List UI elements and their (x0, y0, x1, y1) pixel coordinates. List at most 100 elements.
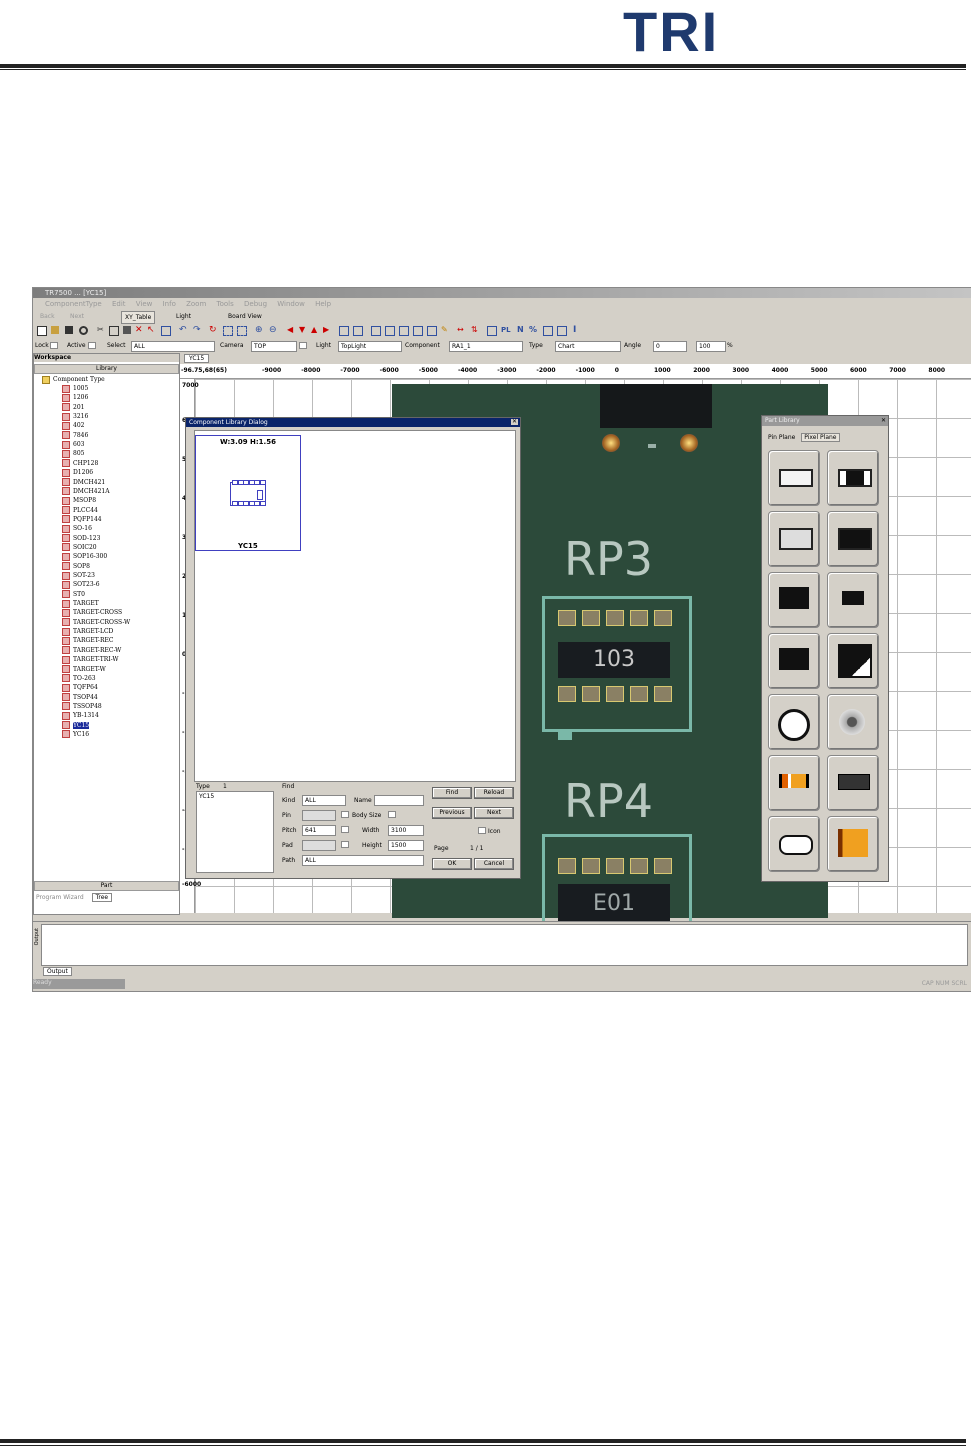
tree-item[interactable]: 1206 (62, 393, 88, 402)
palette-part-button[interactable] (768, 511, 820, 567)
palette-part-button[interactable] (768, 694, 820, 750)
tree-item[interactable]: 1005 (62, 384, 88, 393)
tree-item[interactable]: SOT-23 (62, 571, 95, 580)
component-preview[interactable]: W:3.09 H:1.56 YC15 (195, 435, 301, 551)
tree-item[interactable]: TARGET-W (62, 665, 106, 674)
open-folder-icon[interactable] (51, 326, 59, 334)
cancel-button[interactable]: Cancel (474, 858, 514, 870)
target-icon[interactable] (557, 326, 567, 336)
tree-item[interactable]: 7846 (62, 431, 88, 440)
tree-item[interactable]: PLCC44 (62, 506, 98, 515)
menu-info[interactable]: Info (163, 300, 176, 308)
body-size-checkbox[interactable] (341, 811, 349, 818)
tab-tree[interactable]: Tree (91, 893, 113, 902)
active-checkbox[interactable] (88, 342, 96, 349)
grid-icon[interactable] (223, 326, 233, 336)
height-checkbox[interactable] (341, 841, 349, 848)
cursor-icon[interactable]: I (573, 326, 581, 335)
sort-icon[interactable]: ⇅ (471, 326, 479, 334)
tree-item[interactable]: SOP16-300 (62, 552, 107, 561)
pencil-icon[interactable]: ✎ (441, 326, 449, 334)
palette-part-button[interactable] (827, 755, 879, 811)
palette-part-button[interactable] (768, 755, 820, 811)
next-button[interactable]: Next (67, 311, 87, 322)
tree-item[interactable]: TARGET-CROSS-W (62, 618, 130, 627)
tree-item[interactable]: D1206 (62, 468, 93, 477)
ok-button[interactable]: OK (432, 858, 472, 870)
pin-input[interactable] (302, 810, 336, 821)
palette-part-button[interactable] (768, 633, 820, 689)
type-list-item[interactable]: YC15 (199, 793, 214, 800)
angle-input[interactable]: 0 (653, 341, 687, 352)
box-d-icon[interactable] (413, 326, 423, 336)
undo-icon[interactable]: ↶ (179, 326, 187, 335)
palette-part-button[interactable] (768, 450, 820, 506)
box-e-icon[interactable] (427, 326, 437, 336)
pitch-input[interactable]: 641 (302, 825, 336, 836)
crosshair-icon[interactable] (543, 326, 553, 336)
tree-item[interactable]: CHP128 (62, 459, 98, 468)
palette-part-button[interactable] (827, 694, 879, 750)
percent-icon[interactable]: % (529, 326, 537, 334)
icon-checkbox[interactable] (478, 827, 486, 834)
paste-icon[interactable] (123, 326, 131, 334)
light-dropdown[interactable]: TopLight (338, 341, 402, 352)
redo-icon[interactable]: ↷ (193, 326, 201, 335)
palette-close-icon[interactable]: ✕ (881, 418, 886, 424)
place-icon[interactable] (487, 326, 497, 336)
tree-item[interactable]: TO-263 (62, 674, 96, 683)
tree-item[interactable]: YC16 (62, 730, 89, 739)
chain-icon[interactable] (353, 326, 363, 336)
board-view-button[interactable]: Board View (225, 311, 265, 322)
back-button[interactable]: Back (37, 311, 58, 322)
box-c-icon[interactable] (399, 326, 409, 336)
tree-item[interactable]: TARGET-TRI-W (62, 655, 119, 664)
copy-icon[interactable] (109, 326, 119, 336)
menu-view[interactable]: View (136, 300, 153, 308)
tree-item[interactable]: 3216 (62, 412, 88, 421)
tree-item[interactable]: DMCH421A (62, 487, 110, 496)
tree-item[interactable]: TARGET-LCD (62, 627, 113, 636)
tree-item[interactable]: PQFP144 (62, 515, 102, 524)
swap-icon[interactable]: ↔ (457, 326, 465, 334)
light-button[interactable]: Light (173, 311, 194, 322)
save-icon[interactable] (65, 326, 73, 334)
tree-item[interactable]: 805 (62, 449, 84, 458)
tree-item[interactable]: TSSOP48 (62, 702, 102, 711)
tree-item[interactable]: YC15 (62, 721, 90, 730)
component-dropdown[interactable]: RA1_1 (449, 341, 523, 352)
tree-item[interactable]: TSOP44 (62, 693, 98, 702)
cut-icon[interactable]: ✂ (97, 326, 105, 334)
menu-window[interactable]: Window (277, 300, 305, 308)
scale-input[interactable]: 100 (696, 341, 726, 352)
arrow-down-icon[interactable]: ▼ (299, 326, 307, 334)
palette-part-button[interactable] (827, 511, 879, 567)
name-input[interactable] (374, 795, 424, 806)
tree-item[interactable]: SOD-123 (62, 534, 100, 543)
output-log[interactable] (41, 924, 968, 966)
tree-item[interactable]: DMCH421 (62, 478, 105, 487)
xy-table-button[interactable]: XY_Table (121, 311, 156, 324)
move-icon[interactable]: ↖ (147, 326, 155, 335)
record-icon[interactable] (79, 326, 88, 335)
previous-button[interactable]: Previous (432, 807, 472, 819)
tree-item[interactable]: TARGET-CROSS (62, 608, 122, 617)
tree-item[interactable]: 201 (62, 403, 84, 412)
tree-item[interactable]: TARGET (62, 599, 99, 608)
dialog-close-icon[interactable]: ✕ (511, 419, 518, 425)
menu-component-type[interactable]: ComponentType (45, 300, 102, 308)
n-icon[interactable]: N (517, 326, 525, 334)
palette-part-button[interactable] (827, 633, 879, 689)
pl-icon[interactable]: PL (501, 326, 511, 334)
next-button[interactable]: Next (474, 807, 514, 819)
light-checkbox[interactable] (299, 342, 307, 349)
tab-program-wizard[interactable]: Program Wizard (36, 894, 84, 901)
find-button[interactable]: Find (432, 787, 472, 799)
kind-dropdown[interactable]: ALL (302, 795, 346, 806)
tree-item[interactable]: MSOP8 (62, 496, 96, 505)
palette-part-button[interactable] (768, 572, 820, 628)
menu-help[interactable]: Help (315, 300, 331, 308)
view-tab-yc15[interactable]: YC15 (184, 354, 210, 363)
pattern-icon[interactable] (339, 326, 349, 336)
box-b-icon[interactable] (385, 326, 395, 336)
